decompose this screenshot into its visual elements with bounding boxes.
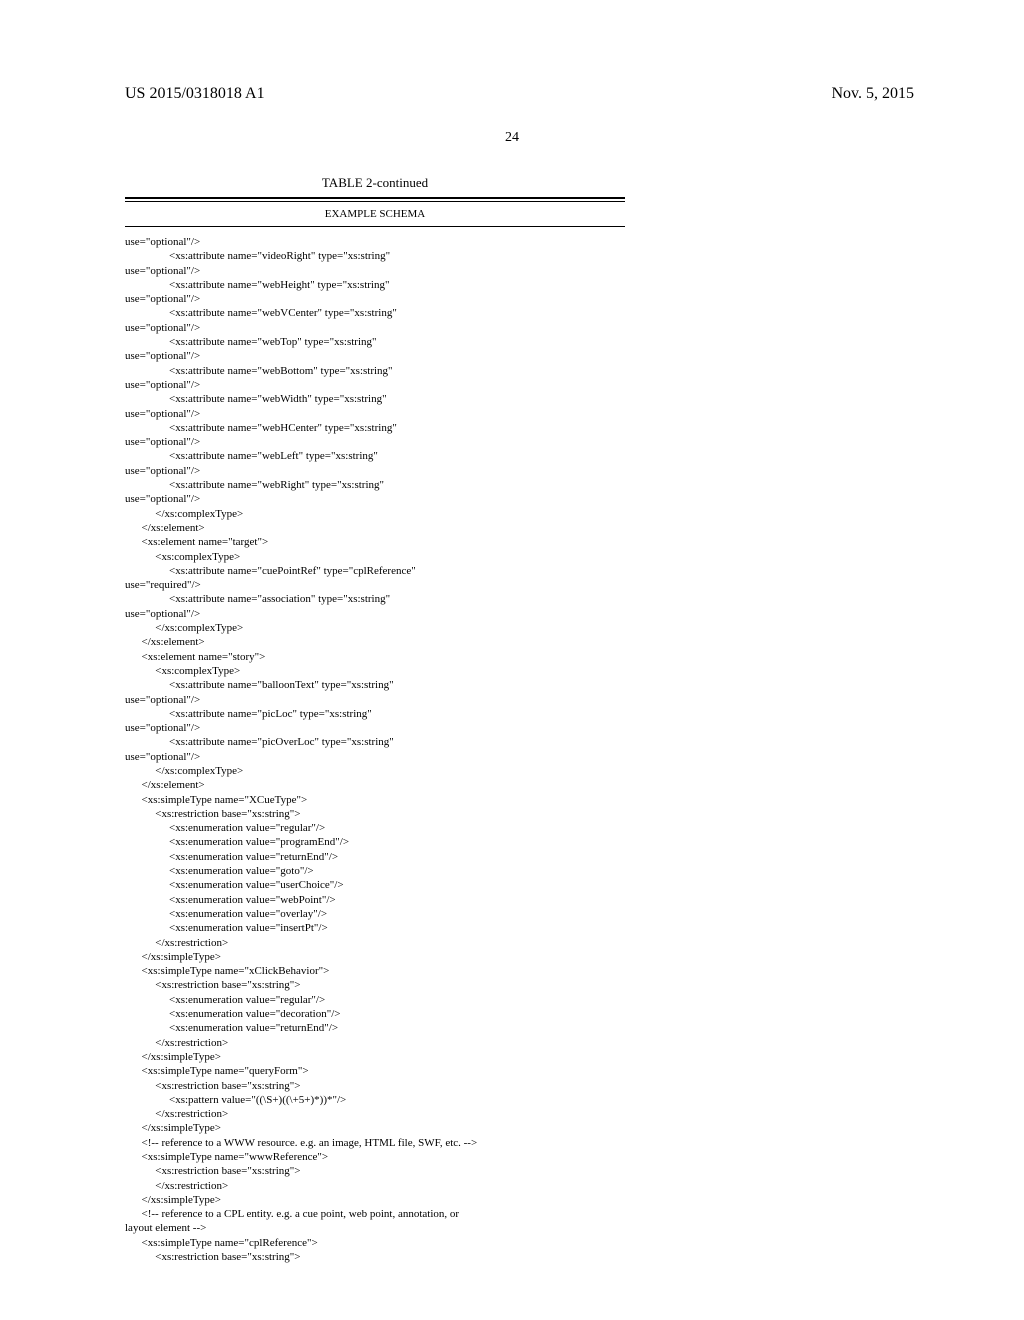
table-rule-top [125, 197, 625, 202]
table-rule-mid [125, 226, 625, 227]
table-container: TABLE 2-continued EXAMPLE SCHEMA use="op… [125, 175, 625, 1264]
page-number: 24 [0, 130, 1024, 146]
table-title: TABLE 2-continued [125, 175, 625, 191]
publication-date: Nov. 5, 2015 [831, 85, 914, 103]
publication-number: US 2015/0318018 A1 [125, 85, 265, 103]
schema-code: use="optional"/> <xs:attribute name="vid… [125, 235, 625, 1264]
page: US 2015/0318018 A1 Nov. 5, 2015 24 TABLE… [0, 0, 1024, 1320]
table-subtitle: EXAMPLE SCHEMA [125, 208, 625, 220]
